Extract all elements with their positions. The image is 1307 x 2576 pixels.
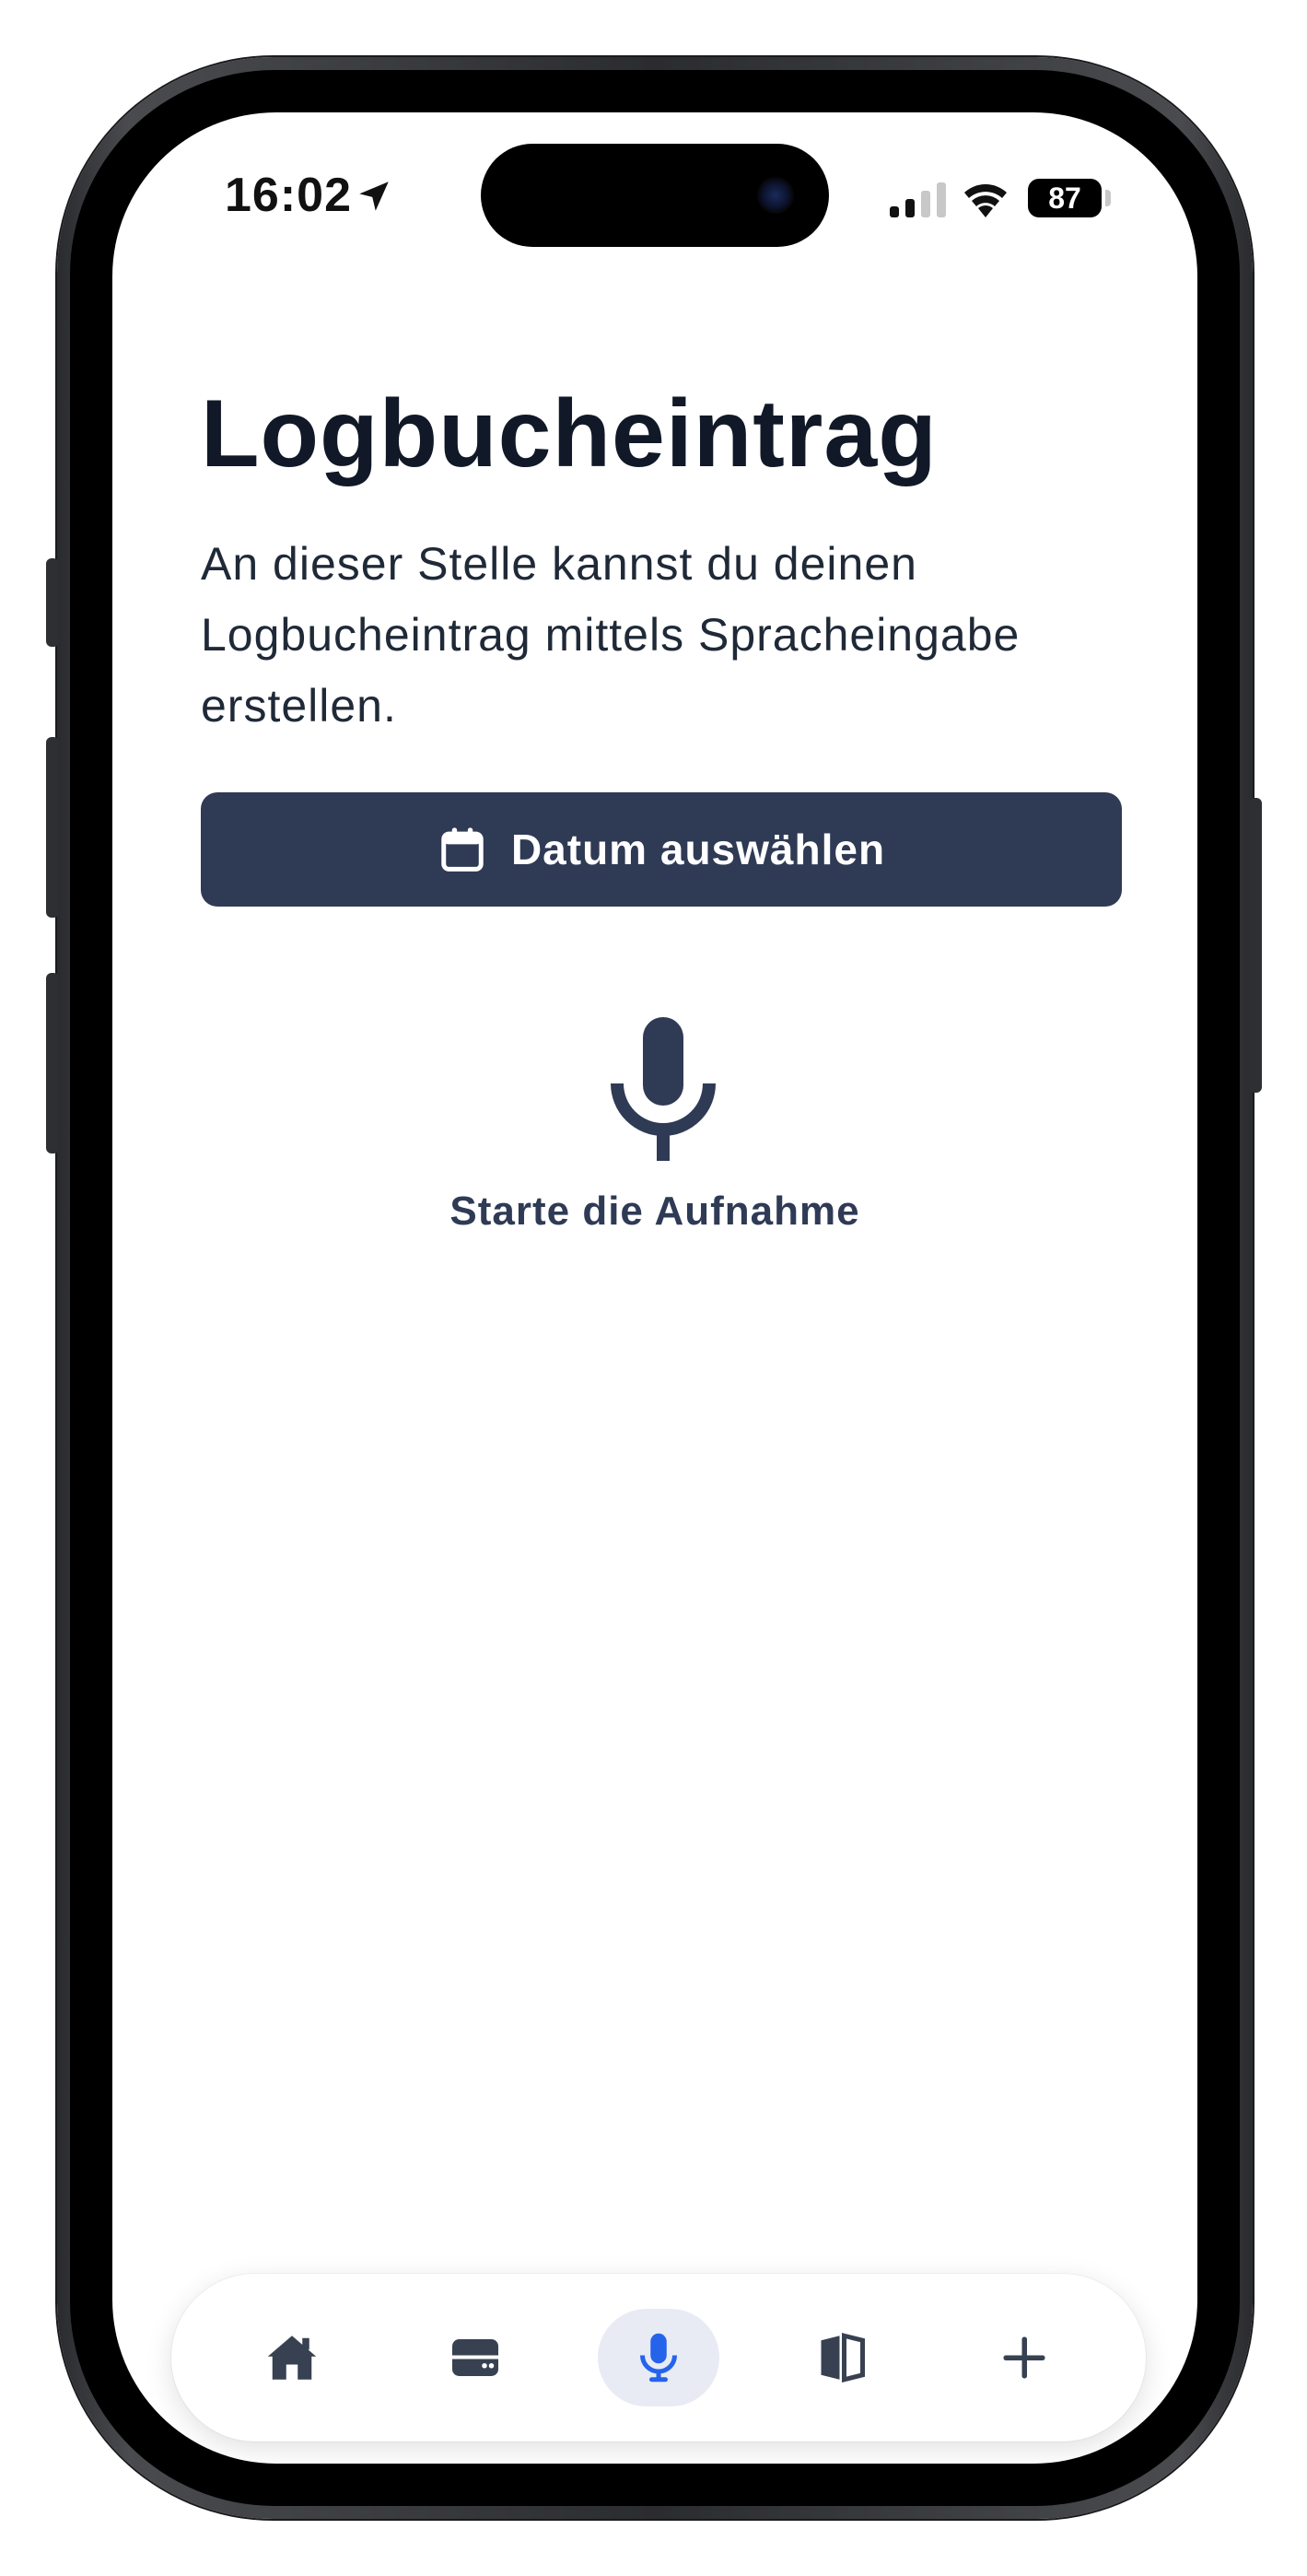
location-arrow-icon: [359, 181, 389, 211]
volume-down-button: [46, 973, 59, 1153]
tab-logbook[interactable]: [794, 2310, 890, 2406]
wifi-icon: [964, 184, 1007, 217]
app-screen: 16:02 87 Logbucheintrag An dieser Stelle…: [112, 112, 1197, 2464]
tab-home[interactable]: [244, 2310, 340, 2406]
tab-add[interactable]: [976, 2310, 1072, 2406]
calendar-icon: [441, 827, 484, 872]
home-icon: [267, 2336, 317, 2380]
camera-icon: [757, 177, 794, 214]
dynamic-island: [481, 144, 829, 247]
status-time: 16:02: [225, 169, 352, 222]
bottom-tab-bar: [171, 2274, 1146, 2441]
page-description: An dieser Stelle kannst du deinen Logbuc…: [201, 538, 1021, 732]
microphone-icon[interactable]: [610, 1017, 717, 1161]
start-recording-label[interactable]: Starte die Aufnahme: [112, 1188, 1197, 1235]
plus-icon: [1003, 2336, 1045, 2379]
battery-tip: [1105, 190, 1111, 206]
cellular-signal-icon: [890, 182, 946, 217]
microphone-icon: [640, 2333, 677, 2383]
tab-record[interactable]: [598, 2309, 719, 2406]
action-button: [46, 558, 59, 647]
select-date-label: Datum auswählen: [510, 825, 886, 873]
select-date-button[interactable]: Datum auswählen: [201, 792, 1122, 907]
book-open-icon: [821, 2333, 865, 2383]
battery-indicator: 87: [1028, 179, 1102, 217]
card-icon: [452, 2339, 498, 2376]
power-button: [1249, 798, 1262, 1093]
tab-card[interactable]: [427, 2310, 523, 2406]
volume-up-button: [46, 737, 59, 918]
page-title: Logbucheintrag: [201, 381, 938, 487]
